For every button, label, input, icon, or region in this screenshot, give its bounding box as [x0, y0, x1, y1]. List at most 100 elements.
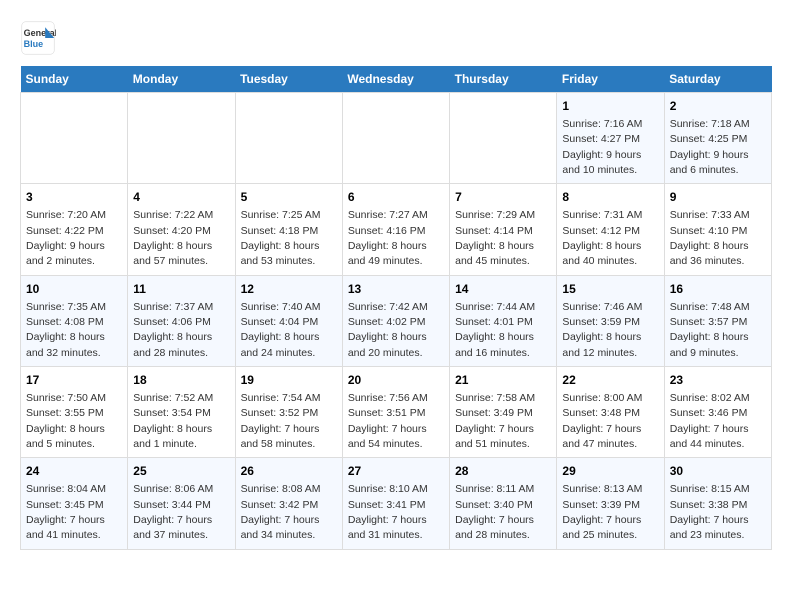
day-info: Sunrise: 8:13 AMSunset: 3:39 PMDaylight:… [562, 483, 642, 541]
day-info: Sunrise: 7:40 AMSunset: 4:04 PMDaylight:… [241, 301, 321, 359]
day-info: Sunrise: 8:00 AMSunset: 3:48 PMDaylight:… [562, 392, 642, 450]
day-number: 28 [455, 463, 551, 480]
day-cell [235, 93, 342, 184]
day-number: 9 [670, 189, 766, 206]
day-cell [128, 93, 235, 184]
day-info: Sunrise: 7:20 AMSunset: 4:22 PMDaylight:… [26, 209, 106, 267]
day-info: Sunrise: 7:16 AMSunset: 4:27 PMDaylight:… [562, 118, 642, 176]
day-number: 11 [133, 281, 229, 298]
day-cell: 9 Sunrise: 7:33 AMSunset: 4:10 PMDayligh… [664, 184, 771, 275]
day-cell: 16 Sunrise: 7:48 AMSunset: 3:57 PMDaylig… [664, 275, 771, 366]
day-number: 29 [562, 463, 658, 480]
day-number: 3 [26, 189, 122, 206]
weekday-header-saturday: Saturday [664, 66, 771, 93]
day-number: 16 [670, 281, 766, 298]
day-cell: 13 Sunrise: 7:42 AMSunset: 4:02 PMDaylig… [342, 275, 449, 366]
day-number: 15 [562, 281, 658, 298]
day-info: Sunrise: 8:04 AMSunset: 3:45 PMDaylight:… [26, 483, 106, 541]
day-info: Sunrise: 8:08 AMSunset: 3:42 PMDaylight:… [241, 483, 321, 541]
weekday-header-thursday: Thursday [450, 66, 557, 93]
day-cell: 24 Sunrise: 8:04 AMSunset: 3:45 PMDaylig… [21, 458, 128, 549]
day-cell: 29 Sunrise: 8:13 AMSunset: 3:39 PMDaylig… [557, 458, 664, 549]
day-info: Sunrise: 7:42 AMSunset: 4:02 PMDaylight:… [348, 301, 428, 359]
logo: General Blue [20, 20, 56, 56]
week-row-1: 1 Sunrise: 7:16 AMSunset: 4:27 PMDayligh… [21, 93, 772, 184]
week-row-2: 3 Sunrise: 7:20 AMSunset: 4:22 PMDayligh… [21, 184, 772, 275]
day-cell: 30 Sunrise: 8:15 AMSunset: 3:38 PMDaylig… [664, 458, 771, 549]
day-cell: 5 Sunrise: 7:25 AMSunset: 4:18 PMDayligh… [235, 184, 342, 275]
day-info: Sunrise: 7:25 AMSunset: 4:18 PMDaylight:… [241, 209, 321, 267]
day-info: Sunrise: 7:54 AMSunset: 3:52 PMDaylight:… [241, 392, 321, 450]
day-cell: 7 Sunrise: 7:29 AMSunset: 4:14 PMDayligh… [450, 184, 557, 275]
day-info: Sunrise: 7:58 AMSunset: 3:49 PMDaylight:… [455, 392, 535, 450]
day-cell: 15 Sunrise: 7:46 AMSunset: 3:59 PMDaylig… [557, 275, 664, 366]
day-number: 14 [455, 281, 551, 298]
page-header: General Blue [20, 20, 772, 56]
day-cell [342, 93, 449, 184]
day-cell [21, 93, 128, 184]
logo-icon: General Blue [20, 20, 56, 56]
day-info: Sunrise: 7:52 AMSunset: 3:54 PMDaylight:… [133, 392, 213, 450]
day-number: 23 [670, 372, 766, 389]
week-row-4: 17 Sunrise: 7:50 AMSunset: 3:55 PMDaylig… [21, 367, 772, 458]
day-cell: 23 Sunrise: 8:02 AMSunset: 3:46 PMDaylig… [664, 367, 771, 458]
day-info: Sunrise: 7:29 AMSunset: 4:14 PMDaylight:… [455, 209, 535, 267]
day-cell: 14 Sunrise: 7:44 AMSunset: 4:01 PMDaylig… [450, 275, 557, 366]
day-number: 17 [26, 372, 122, 389]
day-cell: 17 Sunrise: 7:50 AMSunset: 3:55 PMDaylig… [21, 367, 128, 458]
weekday-header-wednesday: Wednesday [342, 66, 449, 93]
day-cell: 8 Sunrise: 7:31 AMSunset: 4:12 PMDayligh… [557, 184, 664, 275]
day-info: Sunrise: 8:06 AMSunset: 3:44 PMDaylight:… [133, 483, 213, 541]
day-info: Sunrise: 7:46 AMSunset: 3:59 PMDaylight:… [562, 301, 642, 359]
day-cell: 1 Sunrise: 7:16 AMSunset: 4:27 PMDayligh… [557, 93, 664, 184]
day-cell: 28 Sunrise: 8:11 AMSunset: 3:40 PMDaylig… [450, 458, 557, 549]
day-number: 20 [348, 372, 444, 389]
day-number: 7 [455, 189, 551, 206]
day-number: 30 [670, 463, 766, 480]
day-info: Sunrise: 8:10 AMSunset: 3:41 PMDaylight:… [348, 483, 428, 541]
day-number: 24 [26, 463, 122, 480]
day-info: Sunrise: 7:48 AMSunset: 3:57 PMDaylight:… [670, 301, 750, 359]
day-cell: 12 Sunrise: 7:40 AMSunset: 4:04 PMDaylig… [235, 275, 342, 366]
day-cell: 27 Sunrise: 8:10 AMSunset: 3:41 PMDaylig… [342, 458, 449, 549]
day-info: Sunrise: 7:35 AMSunset: 4:08 PMDaylight:… [26, 301, 106, 359]
day-cell: 18 Sunrise: 7:52 AMSunset: 3:54 PMDaylig… [128, 367, 235, 458]
day-number: 10 [26, 281, 122, 298]
day-cell: 21 Sunrise: 7:58 AMSunset: 3:49 PMDaylig… [450, 367, 557, 458]
weekday-header-monday: Monday [128, 66, 235, 93]
day-number: 12 [241, 281, 337, 298]
weekday-header-row: SundayMondayTuesdayWednesdayThursdayFrid… [21, 66, 772, 93]
day-cell: 26 Sunrise: 8:08 AMSunset: 3:42 PMDaylig… [235, 458, 342, 549]
day-info: Sunrise: 7:18 AMSunset: 4:25 PMDaylight:… [670, 118, 750, 176]
day-number: 5 [241, 189, 337, 206]
day-number: 8 [562, 189, 658, 206]
day-cell: 10 Sunrise: 7:35 AMSunset: 4:08 PMDaylig… [21, 275, 128, 366]
day-info: Sunrise: 7:50 AMSunset: 3:55 PMDaylight:… [26, 392, 106, 450]
day-cell: 2 Sunrise: 7:18 AMSunset: 4:25 PMDayligh… [664, 93, 771, 184]
day-number: 1 [562, 98, 658, 115]
day-info: Sunrise: 7:27 AMSunset: 4:16 PMDaylight:… [348, 209, 428, 267]
day-cell [450, 93, 557, 184]
day-number: 19 [241, 372, 337, 389]
day-number: 4 [133, 189, 229, 206]
weekday-header-sunday: Sunday [21, 66, 128, 93]
day-cell: 25 Sunrise: 8:06 AMSunset: 3:44 PMDaylig… [128, 458, 235, 549]
day-number: 25 [133, 463, 229, 480]
day-cell: 4 Sunrise: 7:22 AMSunset: 4:20 PMDayligh… [128, 184, 235, 275]
week-row-5: 24 Sunrise: 8:04 AMSunset: 3:45 PMDaylig… [21, 458, 772, 549]
day-number: 18 [133, 372, 229, 389]
day-info: Sunrise: 7:22 AMSunset: 4:20 PMDaylight:… [133, 209, 213, 267]
day-number: 21 [455, 372, 551, 389]
day-info: Sunrise: 7:44 AMSunset: 4:01 PMDaylight:… [455, 301, 535, 359]
week-row-3: 10 Sunrise: 7:35 AMSunset: 4:08 PMDaylig… [21, 275, 772, 366]
day-info: Sunrise: 8:11 AMSunset: 3:40 PMDaylight:… [455, 483, 534, 541]
day-number: 6 [348, 189, 444, 206]
weekday-header-tuesday: Tuesday [235, 66, 342, 93]
day-cell: 20 Sunrise: 7:56 AMSunset: 3:51 PMDaylig… [342, 367, 449, 458]
day-cell: 11 Sunrise: 7:37 AMSunset: 4:06 PMDaylig… [128, 275, 235, 366]
day-number: 2 [670, 98, 766, 115]
day-info: Sunrise: 8:15 AMSunset: 3:38 PMDaylight:… [670, 483, 750, 541]
day-info: Sunrise: 7:33 AMSunset: 4:10 PMDaylight:… [670, 209, 750, 267]
svg-text:Blue: Blue [24, 39, 44, 49]
day-cell: 19 Sunrise: 7:54 AMSunset: 3:52 PMDaylig… [235, 367, 342, 458]
